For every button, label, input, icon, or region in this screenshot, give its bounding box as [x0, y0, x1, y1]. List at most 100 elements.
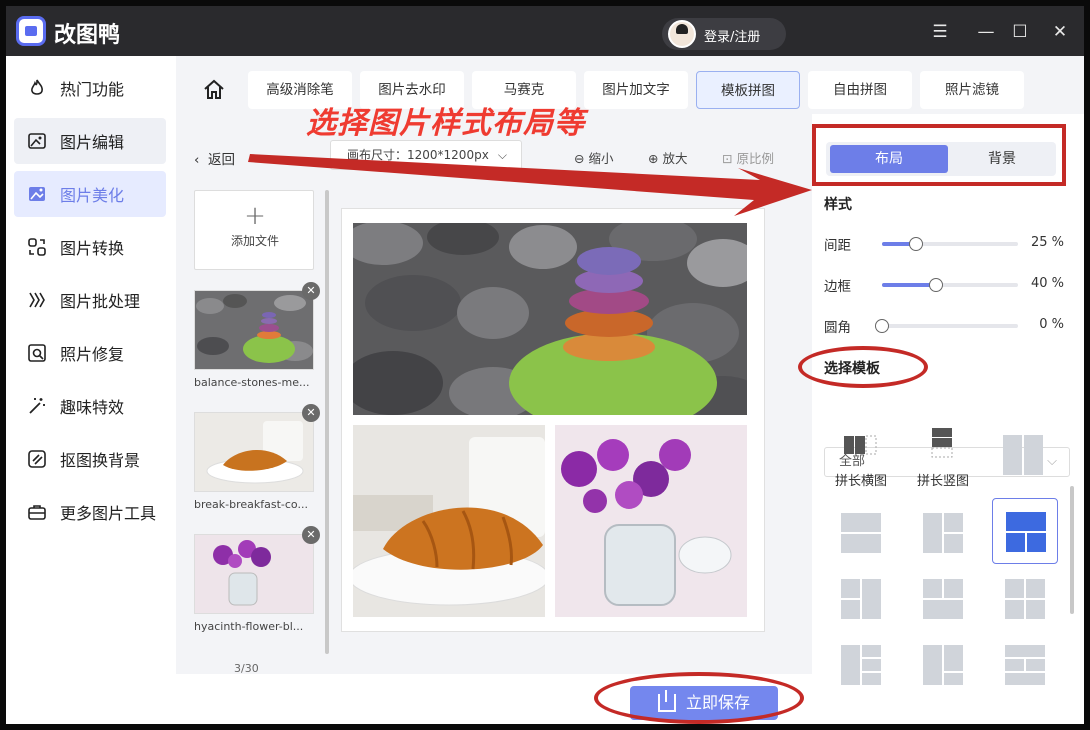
magic-wand-icon [26, 395, 48, 417]
template-scrollbar[interactable] [1070, 486, 1074, 614]
maximize-icon[interactable]: ☐ [1008, 20, 1032, 44]
border-label: 边框 [824, 279, 851, 295]
ratio-icon: ⊡ [722, 151, 737, 166]
chevron-down-icon: ⌵ [497, 148, 507, 162]
slider-fill [882, 283, 937, 287]
home-icon[interactable] [202, 78, 226, 102]
image-beautify-icon [26, 183, 48, 205]
template-right-big-left-split[interactable] [828, 566, 894, 632]
sidebar-item-label: 趣味特效 [60, 398, 125, 417]
file-name: hyacinth-flower-bl... [194, 620, 304, 633]
cutout-icon [26, 448, 48, 470]
mixed-three-icon [923, 645, 963, 685]
three-rows-icon [1005, 645, 1045, 685]
stones-image [353, 223, 747, 415]
sidebar-item-label: 图片转换 [60, 239, 125, 258]
template-left-big-right-split[interactable] [910, 500, 976, 566]
slider-handle[interactable] [875, 319, 889, 333]
close-icon[interactable]: ✕ [1048, 20, 1072, 44]
template-three-rows[interactable] [992, 632, 1058, 698]
border-slider[interactable] [882, 278, 1018, 292]
sidebar-item-batch[interactable]: 图片批处理 [14, 277, 166, 323]
sidebar-item-hot[interactable]: 热门功能 [14, 65, 166, 111]
zoom-out-button[interactable]: ⊖ 缩小 [574, 148, 613, 167]
collage-cell-stones[interactable] [353, 223, 747, 415]
annotation-oval-save [594, 672, 804, 724]
canvas-toolbar: ‹ 返回 画布尺寸：1200*1200px ⌵ ⊖ 缩小 ⊕ 放大 ⊡ 原比例 [176, 140, 816, 176]
croissant-thumbnail [195, 413, 313, 491]
file-thumb-stones[interactable] [194, 290, 314, 370]
template-bottom-big-top-split[interactable] [910, 566, 976, 632]
template-four-grid[interactable] [992, 566, 1058, 632]
tab-add-text[interactable]: 图片加文字 [584, 71, 688, 109]
sidebar-item-effects[interactable]: 趣味特效 [14, 383, 166, 429]
chevron-left-icon: ‹ [194, 152, 208, 168]
photo-repair-icon [26, 342, 48, 364]
zoom-in-icon: ⊕ [648, 151, 663, 166]
remove-file-icon[interactable]: ✕ [302, 526, 320, 544]
file-thumb-croissant[interactable] [194, 412, 314, 492]
collage-cell-hyacinth[interactable] [555, 425, 747, 617]
corner-value: 0 % [1039, 317, 1064, 332]
menu-icon[interactable]: ☰ [928, 20, 952, 44]
sidebar-item-convert[interactable]: 图片转换 [14, 224, 166, 270]
settings-panel: 布局 背景 样式 间距 25 % 边框 40 % 圆角 0 % 选择模板 全部 … [812, 114, 1084, 724]
template-two-columns[interactable] [990, 422, 1056, 488]
sidebar-item-label: 图片美化 [60, 186, 125, 205]
toolbox-icon [26, 501, 48, 523]
sidebar-item-cutout[interactable]: 抠图换背景 [14, 436, 166, 482]
login-label: 登录/注册 [704, 30, 761, 45]
sidebar-item-label: 图片批处理 [60, 292, 141, 311]
collage-cell-croissant[interactable] [353, 425, 545, 617]
template-mixed-three[interactable] [910, 632, 976, 698]
long-vertical-icon [931, 428, 953, 458]
corner-slider[interactable] [875, 319, 1018, 333]
file-thumb-hyacinth[interactable] [194, 534, 314, 614]
template-label: 拼长竖图 [916, 474, 969, 489]
stones-thumbnail [195, 291, 313, 369]
sidebar: 热门功能 图片编辑 图片美化 图片转换 图片批处理 照片修复 趣味特效 抠图换背… [6, 56, 176, 724]
remove-file-icon[interactable]: ✕ [302, 404, 320, 422]
fire-icon [26, 77, 48, 99]
bottom-big-icon [923, 579, 963, 619]
canvas-size-select[interactable]: 画布尺寸：1200*1200px ⌵ [330, 140, 522, 170]
app-title: 改图鸭 [54, 23, 121, 48]
original-ratio-button[interactable]: ⊡ 原比例 [722, 148, 774, 167]
collage-canvas[interactable] [341, 208, 765, 632]
sidebar-item-beautify[interactable]: 图片美化 [14, 171, 166, 217]
template-top-big-bottom-split[interactable] [992, 498, 1058, 564]
template-two-rows[interactable] [828, 500, 894, 566]
croissant-image [353, 425, 545, 617]
add-file-button[interactable]: + 添加文件 [194, 190, 314, 270]
spacing-value: 25 % [1030, 235, 1064, 250]
spacing-slider[interactable] [882, 237, 1018, 251]
corner-label: 圆角 [824, 320, 851, 336]
back-button[interactable]: ‹ 返回 [194, 148, 235, 168]
canvas-size-value: 画布尺寸：1200*1200px [347, 148, 489, 162]
minimize-icon[interactable]: — [974, 20, 998, 44]
file-list: + 添加文件 balance-stones-me... ✕ break-brea… [194, 190, 320, 650]
hyacinth-image [555, 425, 747, 617]
zoom-in-button[interactable]: ⊕ 放大 [648, 148, 687, 167]
long-horizontal-icon [844, 435, 877, 455]
slider-handle[interactable] [909, 237, 923, 251]
sidebar-item-label: 照片修复 [60, 345, 125, 364]
app-logo-icon [16, 16, 46, 46]
zoom-in-label: 放大 [662, 151, 688, 166]
app-window: 改图鸭 登录/注册 ☰ — ☐ ✕ 热门功能 图片编辑 图片美化 图片转换 图片… [0, 0, 1090, 730]
tab-free-collage[interactable]: 自由拼图 [808, 71, 912, 109]
sidebar-item-repair[interactable]: 照片修复 [14, 330, 166, 376]
sidebar-item-more[interactable]: 更多图片工具 [14, 489, 166, 535]
zoom-out-icon: ⊖ [574, 151, 589, 166]
tab-template-collage[interactable]: 模板拼图 [696, 71, 800, 109]
sidebar-item-edit[interactable]: 图片编辑 [14, 118, 166, 164]
tab-photo-filter[interactable]: 照片滤镜 [920, 71, 1024, 109]
login-button[interactable]: 登录/注册 [662, 18, 786, 50]
border-value: 40 % [1030, 276, 1064, 291]
left-tall-three-icon [841, 645, 881, 685]
template-left-tall-three[interactable] [828, 632, 894, 698]
file-list-scrollbar[interactable] [325, 190, 329, 654]
remove-file-icon[interactable]: ✕ [302, 282, 320, 300]
hyacinth-thumbnail [195, 535, 313, 613]
slider-handle[interactable] [929, 278, 944, 292]
